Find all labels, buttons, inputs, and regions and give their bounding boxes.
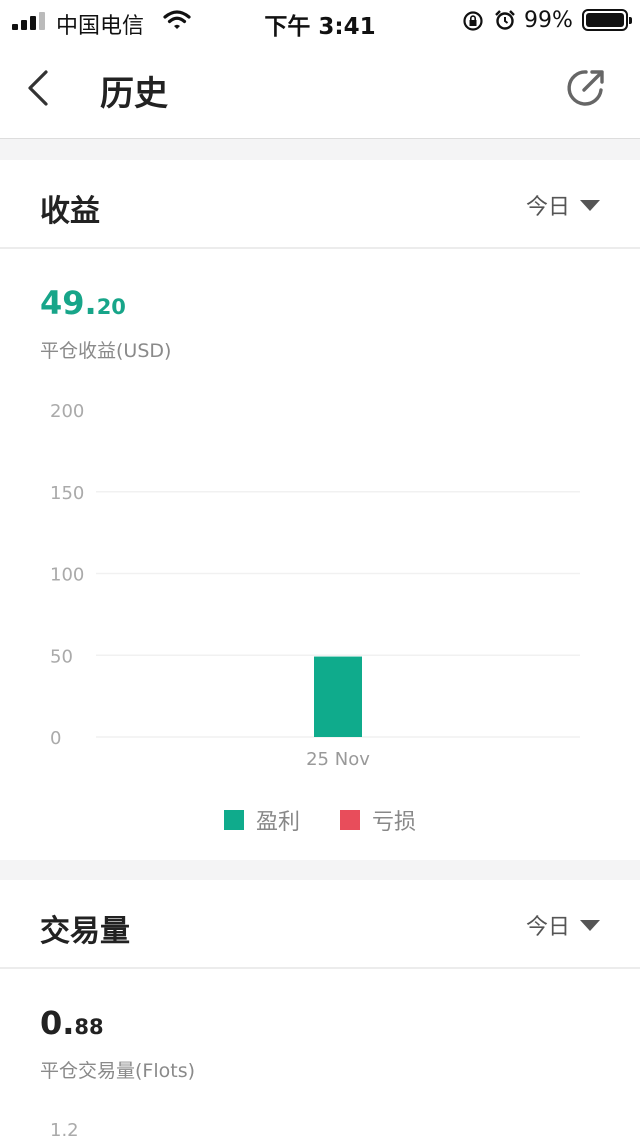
- battery-percent: 99%: [524, 8, 573, 33]
- caret-down-icon: [580, 919, 600, 931]
- legend-swatch: [223, 810, 244, 830]
- volume-title: 交易量: [40, 914, 130, 949]
- share-arrow-icon[interactable]: [564, 66, 608, 110]
- volume-value: 0.88: [40, 1004, 104, 1042]
- page-title: 历史: [100, 74, 168, 114]
- legend-label: 盈利: [255, 810, 300, 835]
- volume-card-header: 交易量 今日: [0, 880, 640, 969]
- y-tick-label: 0: [50, 728, 61, 749]
- profit-period-select[interactable]: 今日: [526, 188, 600, 222]
- legend-item: 盈利: [223, 804, 300, 836]
- profit-bar[interactable]: [314, 656, 362, 737]
- nav-bar: 历史: [0, 40, 640, 139]
- profit-value-label: 平仓收益(USD): [40, 340, 172, 362]
- y-tick-label: 150: [50, 483, 84, 504]
- legend-swatch: [340, 810, 360, 830]
- volume-period-label: 今日: [525, 915, 570, 940]
- x-tick-label: 25 Nov: [306, 749, 370, 770]
- volume-value-int: 0.: [40, 1004, 75, 1042]
- battery-icon: [582, 9, 632, 31]
- profit-card: 收益 今日 49.20 平仓收益(USD) 200 150 100 50 0 25 Nov…: [0, 160, 640, 860]
- profit-chart-legend: 盈利 亏损: [0, 804, 640, 836]
- profit-title: 收益: [40, 194, 100, 229]
- status-bar: 中国电信 下午 3:41 99%: [0, 0, 640, 40]
- y-tick-label: 200: [50, 401, 84, 422]
- profit-value-int: 49.: [40, 284, 97, 322]
- alarm-icon: [495, 10, 515, 30]
- profit-chart: 200 150 100 50 0 25 Nov: [50, 401, 580, 770]
- volume-value-label: 平仓交易量(Flots): [40, 1060, 196, 1082]
- profit-value: 49.20: [40, 284, 126, 322]
- profit-value-dec: 20: [96, 295, 126, 319]
- y-tick-label: 50: [50, 646, 73, 667]
- profit-period-label: 今日: [525, 195, 570, 220]
- rotation-lock-icon: [463, 11, 483, 31]
- profit-card-header: 收益 今日: [0, 160, 640, 249]
- volume-chart-ytick: 1.2: [50, 1120, 79, 1136]
- legend-item: 亏损: [340, 804, 416, 836]
- chevron-left-icon[interactable]: [20, 64, 60, 112]
- volume-card: 交易量 今日 0.88 平仓交易量(Flots) 1.2: [0, 880, 640, 1136]
- caret-down-icon: [580, 199, 600, 211]
- legend-label: 亏损: [372, 810, 417, 835]
- volume-period-select[interactable]: 今日: [526, 908, 600, 942]
- y-tick-label: 100: [50, 565, 84, 586]
- volume-value-dec: 88: [74, 1015, 104, 1039]
